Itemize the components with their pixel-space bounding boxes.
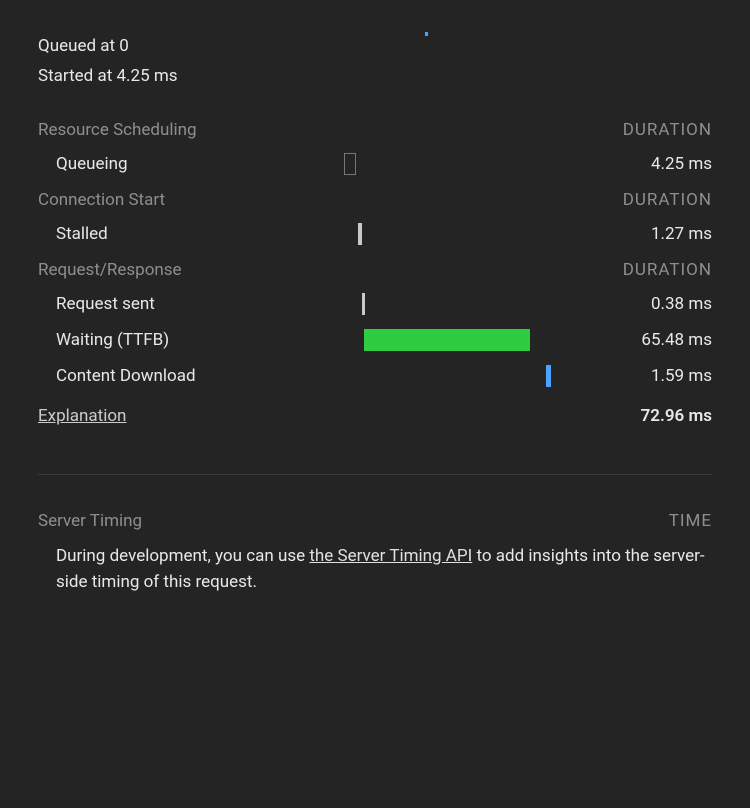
bar-area: [318, 223, 602, 245]
row-value: 65.48 ms: [602, 330, 712, 350]
request-sent-row: Request sent 0.38 ms: [38, 292, 712, 316]
row-label: Content Download: [38, 366, 318, 386]
top-info: Queued at 0 Started at 4.25 ms: [38, 32, 712, 92]
row-value: 4.25 ms: [602, 154, 712, 174]
server-timing-header: Server Timing TIME: [38, 511, 712, 531]
section-title: Resource Scheduling: [38, 120, 197, 140]
request-response-section: Request/Response DURATION Request sent 0…: [38, 260, 712, 388]
row-value: 0.38 ms: [602, 294, 712, 314]
section-title: Connection Start: [38, 190, 165, 210]
queueing-bar-icon: [344, 153, 356, 175]
timing-panel: Queued at 0 Started at 4.25 ms Resource …: [38, 32, 712, 595]
server-timing-text-before: During development, you can use: [56, 546, 309, 566]
queued-at: Queued at 0: [38, 32, 712, 62]
resource-scheduling-section: Resource Scheduling DURATION Queueing 4.…: [38, 120, 712, 176]
waiting-bar-icon: [364, 329, 530, 351]
duration-label: DURATION: [623, 120, 712, 140]
server-timing-title: Server Timing: [38, 511, 142, 531]
bar-area: [318, 365, 602, 387]
row-label: Stalled: [38, 224, 318, 244]
server-timing-text: During development, you can use the Serv…: [38, 543, 712, 596]
row-label: Queueing: [38, 154, 318, 174]
total-time: 72.96 ms: [641, 406, 712, 426]
duration-label: DURATION: [623, 190, 712, 210]
started-at: Started at 4.25 ms: [38, 62, 712, 92]
section-header: Resource Scheduling DURATION: [38, 120, 712, 140]
row-value: 1.59 ms: [602, 366, 712, 386]
row-value: 1.27 ms: [602, 224, 712, 244]
stalled-bar-icon: [358, 223, 362, 245]
section-header: Connection Start DURATION: [38, 190, 712, 210]
bar-area: [318, 329, 602, 351]
connection-start-section: Connection Start DURATION Stalled 1.27 m…: [38, 190, 712, 246]
row-label: Request sent: [38, 294, 318, 314]
footer: Explanation 72.96 ms: [38, 406, 712, 426]
content-download-row: Content Download 1.59 ms: [38, 364, 712, 388]
request-sent-bar-icon: [362, 293, 365, 315]
divider: [38, 474, 712, 475]
section-header: Request/Response DURATION: [38, 260, 712, 280]
top-marker-icon: [425, 32, 428, 36]
time-label: TIME: [669, 511, 712, 531]
content-download-bar-icon: [546, 365, 551, 387]
bar-area: [318, 293, 602, 315]
row-label: Waiting (TTFB): [38, 330, 318, 350]
bar-area: [318, 153, 602, 175]
waiting-row: Waiting (TTFB) 65.48 ms: [38, 328, 712, 352]
explanation-link[interactable]: Explanation: [38, 406, 126, 426]
server-timing-api-link[interactable]: the Server Timing API: [309, 546, 472, 566]
stalled-row: Stalled 1.27 ms: [38, 222, 712, 246]
section-title: Request/Response: [38, 260, 182, 280]
duration-label: DURATION: [623, 260, 712, 280]
queueing-row: Queueing 4.25 ms: [38, 152, 712, 176]
